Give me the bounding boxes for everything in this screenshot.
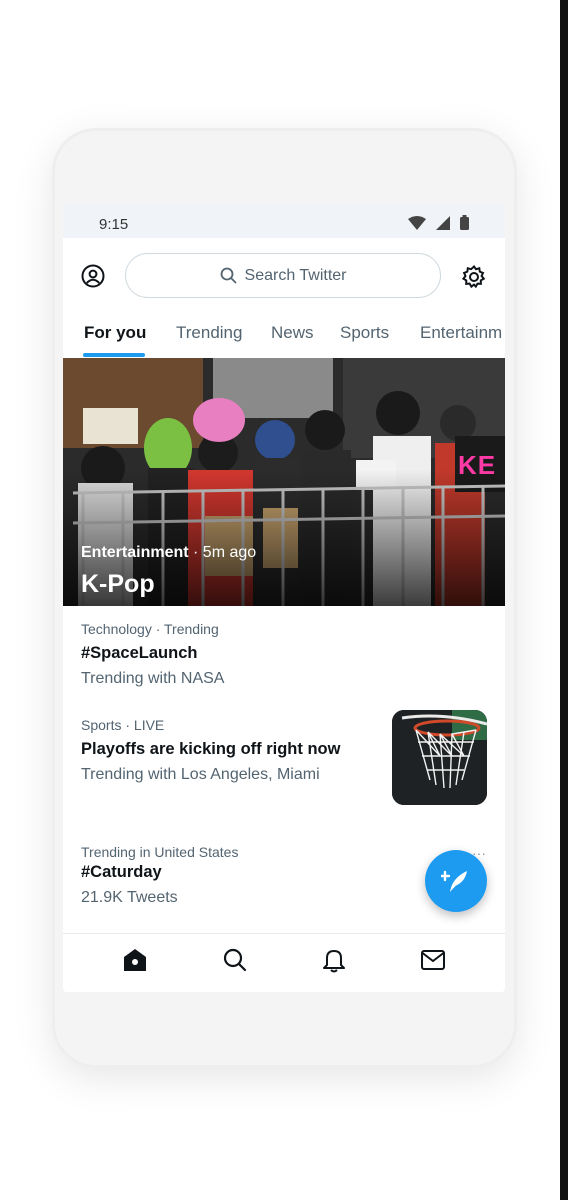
trend-title: #SpaceLaunch — [81, 644, 198, 662]
trend-title: Playoffs are kicking off right now — [81, 740, 341, 758]
nav-home-button[interactable] — [122, 947, 148, 973]
battery-icon — [460, 215, 469, 230]
basketball-net-image — [392, 710, 487, 805]
trend-meta: Sports · LIVE — [81, 717, 165, 733]
search-icon — [223, 948, 247, 972]
tab-sports[interactable]: Sports — [340, 323, 389, 343]
tab-for-you[interactable]: For you — [84, 323, 146, 343]
bell-icon — [323, 950, 345, 973]
trend-subtitle: Trending with Los Angeles, Miami — [81, 766, 320, 783]
gear-icon — [461, 265, 486, 289]
nav-explore-button[interactable] — [222, 947, 248, 973]
trend-meta: Trending in United States — [81, 844, 239, 860]
hero-title: K-Pop — [81, 570, 155, 598]
mail-icon — [421, 950, 445, 970]
trend-subtitle: Trending with NASA — [81, 670, 225, 687]
hero-meta: Entertainment · 5m ago — [81, 544, 256, 562]
search-input[interactable]: Search Twitter — [125, 253, 441, 298]
nav-messages-button[interactable] — [420, 947, 446, 973]
active-tab-indicator — [83, 353, 145, 357]
basketball-hoop-thumbnail — [392, 710, 487, 805]
tab-news[interactable]: News — [271, 323, 314, 343]
signal-icon — [436, 215, 450, 230]
profile-button[interactable] — [81, 264, 105, 288]
trend-item[interactable]: Technology · Trending #SpaceLaunch Trend… — [81, 621, 224, 688]
hero-time: · 5m ago — [188, 544, 257, 561]
search-placeholder: Search Twitter — [244, 266, 347, 284]
compose-tweet-button[interactable] — [425, 850, 487, 912]
status-time: 9:15 — [99, 216, 129, 233]
status-icons — [408, 215, 469, 230]
trend-subtitle: 21.9K Tweets — [81, 889, 178, 906]
search-icon — [220, 267, 236, 284]
tab-trending[interactable]: Trending — [176, 323, 242, 343]
nav-notifications-button[interactable] — [321, 947, 347, 973]
screen-edge — [560, 0, 568, 1200]
app-screen: 9:15 Search Twitter For you Trending New… — [63, 204, 505, 992]
trend-title: #Caturday — [81, 863, 162, 881]
compose-tweet-icon — [441, 870, 467, 892]
status-bar: 9:15 — [63, 204, 505, 238]
hero-category: Entertainment — [81, 544, 189, 561]
explore-tabs: For you Trending News Sports Entertainm — [63, 312, 505, 359]
profile-icon — [81, 264, 105, 288]
wifi-icon — [408, 215, 426, 230]
trend-meta: Technology · Trending — [81, 621, 219, 637]
tab-entertainment[interactable]: Entertainm — [420, 323, 502, 343]
home-icon — [124, 949, 146, 971]
trend-item[interactable]: Trending in United States #Caturday 21.9… — [81, 844, 238, 907]
hero-gradient — [63, 358, 505, 606]
hero-trend-card[interactable]: KE Entertainment · 5m ago K-Pop — [63, 358, 505, 606]
bottom-navigation — [63, 933, 505, 992]
trend-item[interactable]: Sports · LIVE Playoffs are kicking off r… — [81, 717, 340, 784]
settings-button[interactable] — [461, 264, 487, 290]
